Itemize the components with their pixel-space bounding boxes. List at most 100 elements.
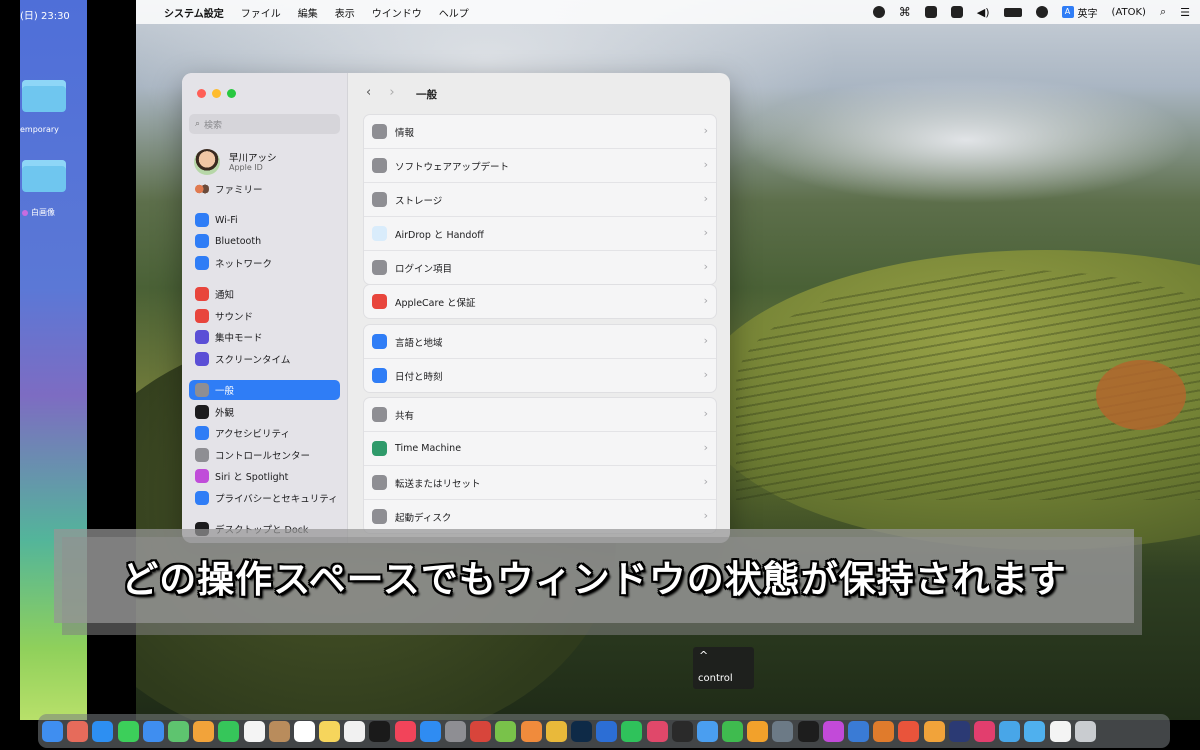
spotlight-search-icon[interactable]: ⌕ xyxy=(1160,5,1166,19)
settings-row[interactable]: 言語と地域 › xyxy=(364,325,716,359)
numbers-icon[interactable] xyxy=(722,720,744,742)
chevron-right-icon: › xyxy=(703,475,708,488)
hourglass-icon xyxy=(195,352,209,366)
sidebar-item[interactable]: Siri と Spotlight xyxy=(189,466,340,486)
downloads-icon[interactable] xyxy=(1024,720,1046,742)
settings-row[interactable]: 共有 › xyxy=(364,398,716,432)
mail-icon[interactable] xyxy=(142,720,164,742)
sidebar-item-family[interactable]: ファミリー xyxy=(189,179,340,199)
sidebar-item[interactable]: ネットワーク xyxy=(189,253,340,273)
app-icon-green[interactable] xyxy=(495,720,517,742)
app-menu[interactable]: システム設定 xyxy=(164,5,224,20)
music-icon[interactable] xyxy=(394,720,416,742)
sidebar-item[interactable]: アクセシビリティ xyxy=(189,423,340,443)
freeform-icon[interactable] xyxy=(344,720,366,742)
settings-row-label: 言語と地域 xyxy=(395,337,443,349)
folder-icon[interactable] xyxy=(22,160,66,192)
minimize-button[interactable] xyxy=(212,89,221,98)
notes-icon[interactable] xyxy=(319,720,341,742)
settings-row[interactable]: 転送またはリセット › xyxy=(364,466,716,500)
contacts-icon[interactable] xyxy=(268,720,290,742)
calendar-icon[interactable] xyxy=(243,720,265,742)
record-icon[interactable] xyxy=(872,6,885,18)
sidebar-item[interactable]: コントロールセンター xyxy=(189,445,340,465)
photos-icon[interactable] xyxy=(193,720,215,742)
settings-row[interactable]: ストレージ › xyxy=(364,183,716,217)
tv-icon[interactable] xyxy=(369,720,391,742)
folder-stack-icon[interactable] xyxy=(923,720,945,742)
control-center-icon[interactable]: ☰ xyxy=(1180,6,1190,19)
battery-icon[interactable] xyxy=(1003,7,1022,17)
settings-row[interactable]: 日付と時刻 › xyxy=(364,359,716,392)
maps-icon[interactable] xyxy=(167,720,189,742)
app-icon-amber[interactable] xyxy=(873,720,895,742)
pages-icon[interactable] xyxy=(747,720,769,742)
finder-icon[interactable] xyxy=(42,720,63,742)
photoshop-icon[interactable] xyxy=(570,720,592,742)
settings-row[interactable]: ソフトウェアアップデート › xyxy=(364,149,716,183)
menu-view[interactable]: 表示 xyxy=(335,5,355,20)
app-icon-navy[interactable] xyxy=(948,720,970,742)
reminders-icon[interactable] xyxy=(293,720,315,742)
forward-button[interactable]: › xyxy=(389,85,394,100)
facetime-icon[interactable] xyxy=(218,720,240,742)
sidebar-item[interactable]: 集中モード xyxy=(189,327,340,347)
app-icon-grey[interactable] xyxy=(772,720,794,742)
settings-row[interactable]: Time Machine › xyxy=(364,432,716,466)
settings-row[interactable]: AppleCare と保証 › xyxy=(364,285,716,318)
app-status-icon[interactable] xyxy=(950,6,963,18)
app-store-icon[interactable] xyxy=(419,720,441,742)
app-icon-rose[interactable] xyxy=(973,720,995,742)
profile-name: 早川アッシ xyxy=(229,153,277,164)
tag-dot xyxy=(22,209,28,216)
sidebar-item[interactable]: 一般 xyxy=(189,380,340,400)
sidebar-item[interactable]: Bluetooth xyxy=(189,231,340,251)
trash-icon[interactable] xyxy=(1074,720,1096,742)
app-icon-purple[interactable] xyxy=(822,720,844,742)
document-icon[interactable] xyxy=(1049,720,1071,742)
folder-icon[interactable] xyxy=(22,80,66,112)
app-icon-teal[interactable] xyxy=(848,720,869,742)
sidebar-item[interactable]: スクリーンタイム xyxy=(189,349,340,369)
menu-help[interactable]: ヘルプ xyxy=(439,5,469,20)
back-button[interactable]: ‹ xyxy=(366,85,371,100)
app-icon-blue[interactable] xyxy=(596,720,618,742)
sidebar-item[interactable]: サウンド xyxy=(189,306,340,326)
command-icon[interactable]: ⌘ xyxy=(899,5,911,19)
ime-label[interactable]: (ATOK) xyxy=(1112,7,1146,18)
menu-file[interactable]: ファイル xyxy=(241,5,281,20)
app-icon-cyan[interactable] xyxy=(999,720,1021,742)
sidebar-item-label: 一般 xyxy=(215,386,235,397)
app-icon-multi[interactable] xyxy=(898,720,920,742)
settings-icon[interactable] xyxy=(445,720,466,742)
final-cut-icon[interactable] xyxy=(797,720,819,742)
launchpad-icon[interactable] xyxy=(67,720,89,742)
chrome-icon[interactable] xyxy=(545,720,567,742)
app-icon-red[interactable] xyxy=(470,720,492,742)
sidebar-item[interactable]: 外観 xyxy=(189,402,340,422)
settings-row[interactable]: 情報 › xyxy=(364,115,716,149)
search-input[interactable]: ⌕ 検索 xyxy=(189,114,340,134)
dropbox-icon[interactable] xyxy=(924,6,937,18)
chat-icon[interactable] xyxy=(1035,6,1048,18)
sidebar-item[interactable]: プライバシーとセキュリティ xyxy=(189,488,340,508)
time-machine-icon xyxy=(372,441,387,456)
line-icon[interactable] xyxy=(621,720,643,742)
app-icon-dark[interactable] xyxy=(671,720,693,742)
app-icon-orange[interactable] xyxy=(520,720,542,742)
maps-pin-icon[interactable] xyxy=(696,720,718,742)
safari-icon[interactable] xyxy=(92,720,114,742)
input-source[interactable]: A 英字 xyxy=(1061,5,1098,20)
settings-row[interactable]: ログイン項目 › xyxy=(364,251,716,284)
sidebar-item[interactable]: 通知 xyxy=(189,284,340,304)
app-icon-pink[interactable] xyxy=(646,720,668,742)
sidebar-item[interactable]: Wi-Fi xyxy=(189,210,340,230)
settings-row-label: 情報 xyxy=(395,127,415,139)
close-button[interactable] xyxy=(197,89,206,98)
menu-window[interactable]: ウインドウ xyxy=(372,5,422,20)
volume-icon[interactable]: ◀) xyxy=(977,6,990,19)
settings-row[interactable]: AirDrop と Handoff › xyxy=(364,217,716,251)
messages-icon[interactable] xyxy=(117,720,139,742)
menu-edit[interactable]: 編集 xyxy=(298,5,318,20)
zoom-button[interactable] xyxy=(227,89,236,98)
